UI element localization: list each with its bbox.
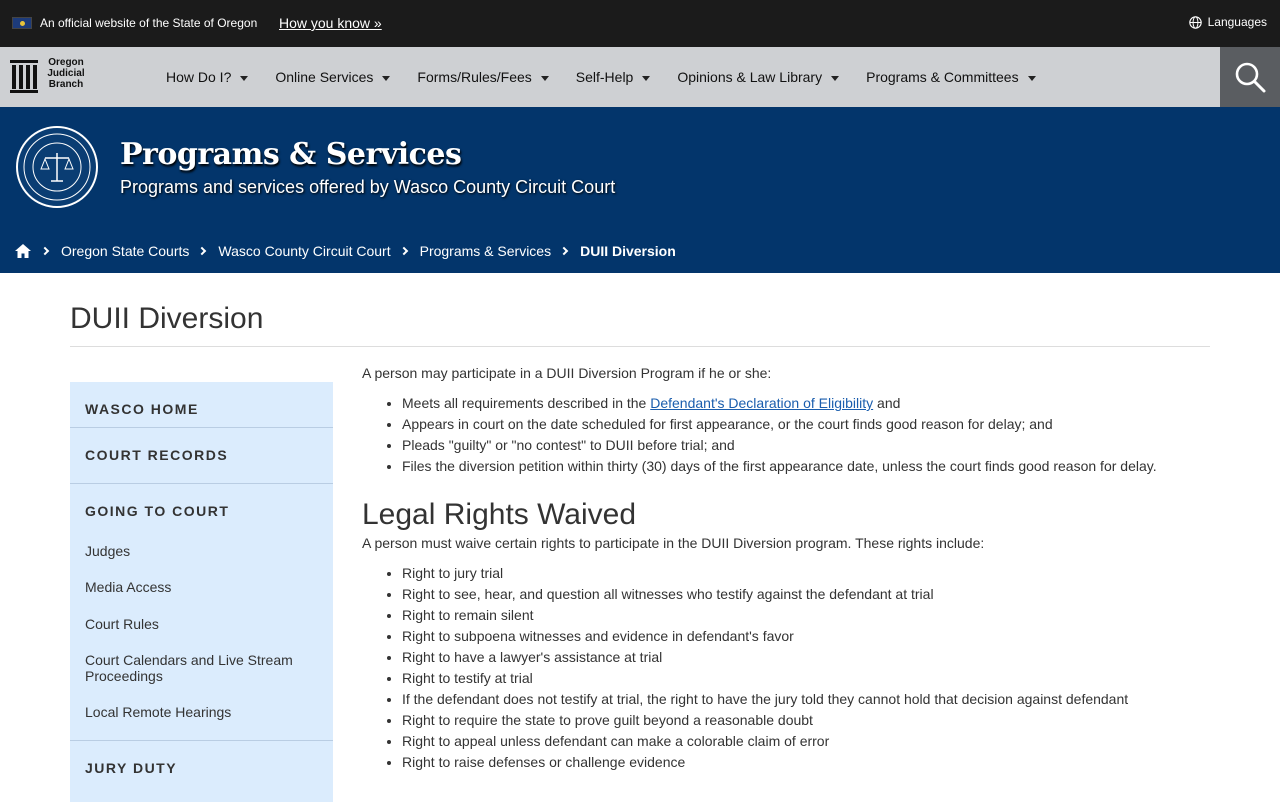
globe-icon	[1188, 15, 1202, 29]
caret-down-icon	[1027, 75, 1036, 81]
sidebar-divider	[70, 483, 333, 484]
sidebar-link-media-access[interactable]: Media Access	[85, 579, 315, 595]
chevron-right-icon	[399, 246, 408, 256]
nav-item-forms-rules-fees[interactable]: Forms/Rules/Fees	[417, 69, 549, 85]
list-item: Right to remain silent	[402, 605, 1212, 626]
list-item: Right to see, hear, and question all wit…	[402, 584, 1212, 605]
nav-item-how-do-i[interactable]: How Do I?	[166, 69, 249, 85]
courthouse-icon	[10, 60, 38, 93]
sidebar-divider	[70, 427, 333, 428]
banner-subtitle: Programs and services offered by Wasco C…	[120, 177, 616, 197]
main-content: A person may participate in a DUII Diver…	[362, 364, 1212, 773]
chevron-right-icon	[40, 246, 50, 256]
list-item: Right to have a lawyer's assistance at t…	[402, 647, 1212, 668]
nav-item-opinions-law-library[interactable]: Opinions & Law Library	[677, 69, 840, 85]
sidebar-link-court-rules[interactable]: Court Rules	[85, 616, 315, 632]
how-you-know-link[interactable]: How you know »	[279, 15, 382, 31]
nav-item-online-services[interactable]: Online Services	[275, 69, 391, 85]
caret-down-icon	[642, 75, 651, 81]
sidebar-item-going-to-court[interactable]: GOING TO COURT	[85, 503, 229, 519]
search-button[interactable]	[1220, 47, 1280, 107]
caret-down-icon	[831, 75, 840, 81]
sidebar-item-jury-duty[interactable]: JURY DUTY	[85, 760, 177, 776]
list-item: Appears in court on the date scheduled f…	[402, 414, 1212, 435]
chevron-right-icon	[198, 246, 207, 256]
sidebar-divider	[70, 740, 333, 741]
breadcrumb-current: DUII Diversion	[580, 243, 676, 259]
page-banner: Programs & Services Programs and service…	[0, 107, 1280, 273]
eligibility-list: Meets all requirements described in the …	[362, 393, 1212, 477]
chevron-right-icon	[559, 246, 569, 256]
sidebar-link-court-calendars[interactable]: Court Calendars and Live Stream Proceedi…	[85, 652, 315, 684]
list-item: Right to require the state to prove guil…	[402, 710, 1212, 731]
list-item: Right to raise defenses or challenge evi…	[402, 752, 1212, 773]
page-title: DUII Diversion	[70, 302, 264, 335]
caret-down-icon	[382, 75, 391, 81]
caret-down-icon	[540, 75, 549, 81]
list-item: Right to testify at trial	[402, 668, 1212, 689]
breadcrumb-oregon-state-courts[interactable]: Oregon State Courts	[61, 243, 189, 259]
eligibility-intro: A person may participate in a DUII Diver…	[362, 365, 772, 381]
legal-rights-heading: Legal Rights Waived	[362, 498, 637, 531]
list-item: Right to jury trial	[402, 563, 1212, 584]
official-site-bar: An official website of the State of Oreg…	[0, 0, 1280, 47]
oregon-flag-icon	[12, 17, 32, 29]
rights-list: Right to jury trial Right to see, hear, …	[362, 563, 1212, 773]
sidebar-link-judges[interactable]: Judges	[85, 543, 315, 559]
official-site-text: An official website of the State of Oreg…	[40, 16, 258, 30]
rights-intro: A person must waive certain rights to pa…	[362, 535, 985, 551]
sidebar-item-wasco-home[interactable]: WASCO HOME	[85, 401, 199, 417]
sidebar-nav: WASCO HOME COURT RECORDS GOING TO COURT …	[70, 382, 333, 802]
search-icon	[1235, 62, 1266, 93]
banner-title: Programs & Services	[120, 137, 462, 172]
nav-item-programs-committees[interactable]: Programs & Committees	[866, 69, 1036, 85]
list-item: Right to subpoena witnesses and evidence…	[402, 626, 1212, 647]
nav-menu: How Do I? Online Services Forms/Rules/Fe…	[166, 47, 1063, 107]
list-item: Files the diversion petition within thir…	[402, 456, 1212, 477]
breadcrumb-programs-services[interactable]: Programs & Services	[420, 243, 551, 259]
title-divider	[70, 346, 1210, 347]
list-item: If the defendant does not testify at tri…	[402, 689, 1212, 710]
ojd-logo[interactable]: Oregon Judicial Branch	[9, 57, 89, 99]
judicial-department-seal	[16, 126, 98, 208]
languages-label: Languages	[1207, 15, 1267, 29]
scales-of-justice-icon	[23, 133, 91, 201]
list-item: Pleads "guilty" or "no contest" to DUII …	[402, 435, 1212, 456]
sidebar-item-court-records[interactable]: COURT RECORDS	[85, 447, 228, 463]
list-item: Meets all requirements described in the …	[402, 393, 1212, 414]
caret-down-icon	[240, 75, 249, 81]
main-navigation: Oregon Judicial Branch How Do I? Online …	[0, 47, 1280, 107]
logo-text: Oregon Judicial Branch	[47, 57, 85, 90]
breadcrumb-wasco-county-circuit-court[interactable]: Wasco County Circuit Court	[218, 243, 390, 259]
languages-button[interactable]: Languages	[1188, 15, 1267, 29]
list-item: Right to appeal unless defendant can mak…	[402, 731, 1212, 752]
home-icon[interactable]	[14, 243, 32, 259]
declaration-of-eligibility-link[interactable]: Defendant's Declaration of Eligibility	[650, 395, 873, 411]
breadcrumb: Oregon State Courts Wasco County Circuit…	[14, 243, 676, 259]
sidebar-link-local-remote-hearings[interactable]: Local Remote Hearings	[85, 704, 315, 720]
nav-item-self-help[interactable]: Self-Help	[576, 69, 651, 85]
